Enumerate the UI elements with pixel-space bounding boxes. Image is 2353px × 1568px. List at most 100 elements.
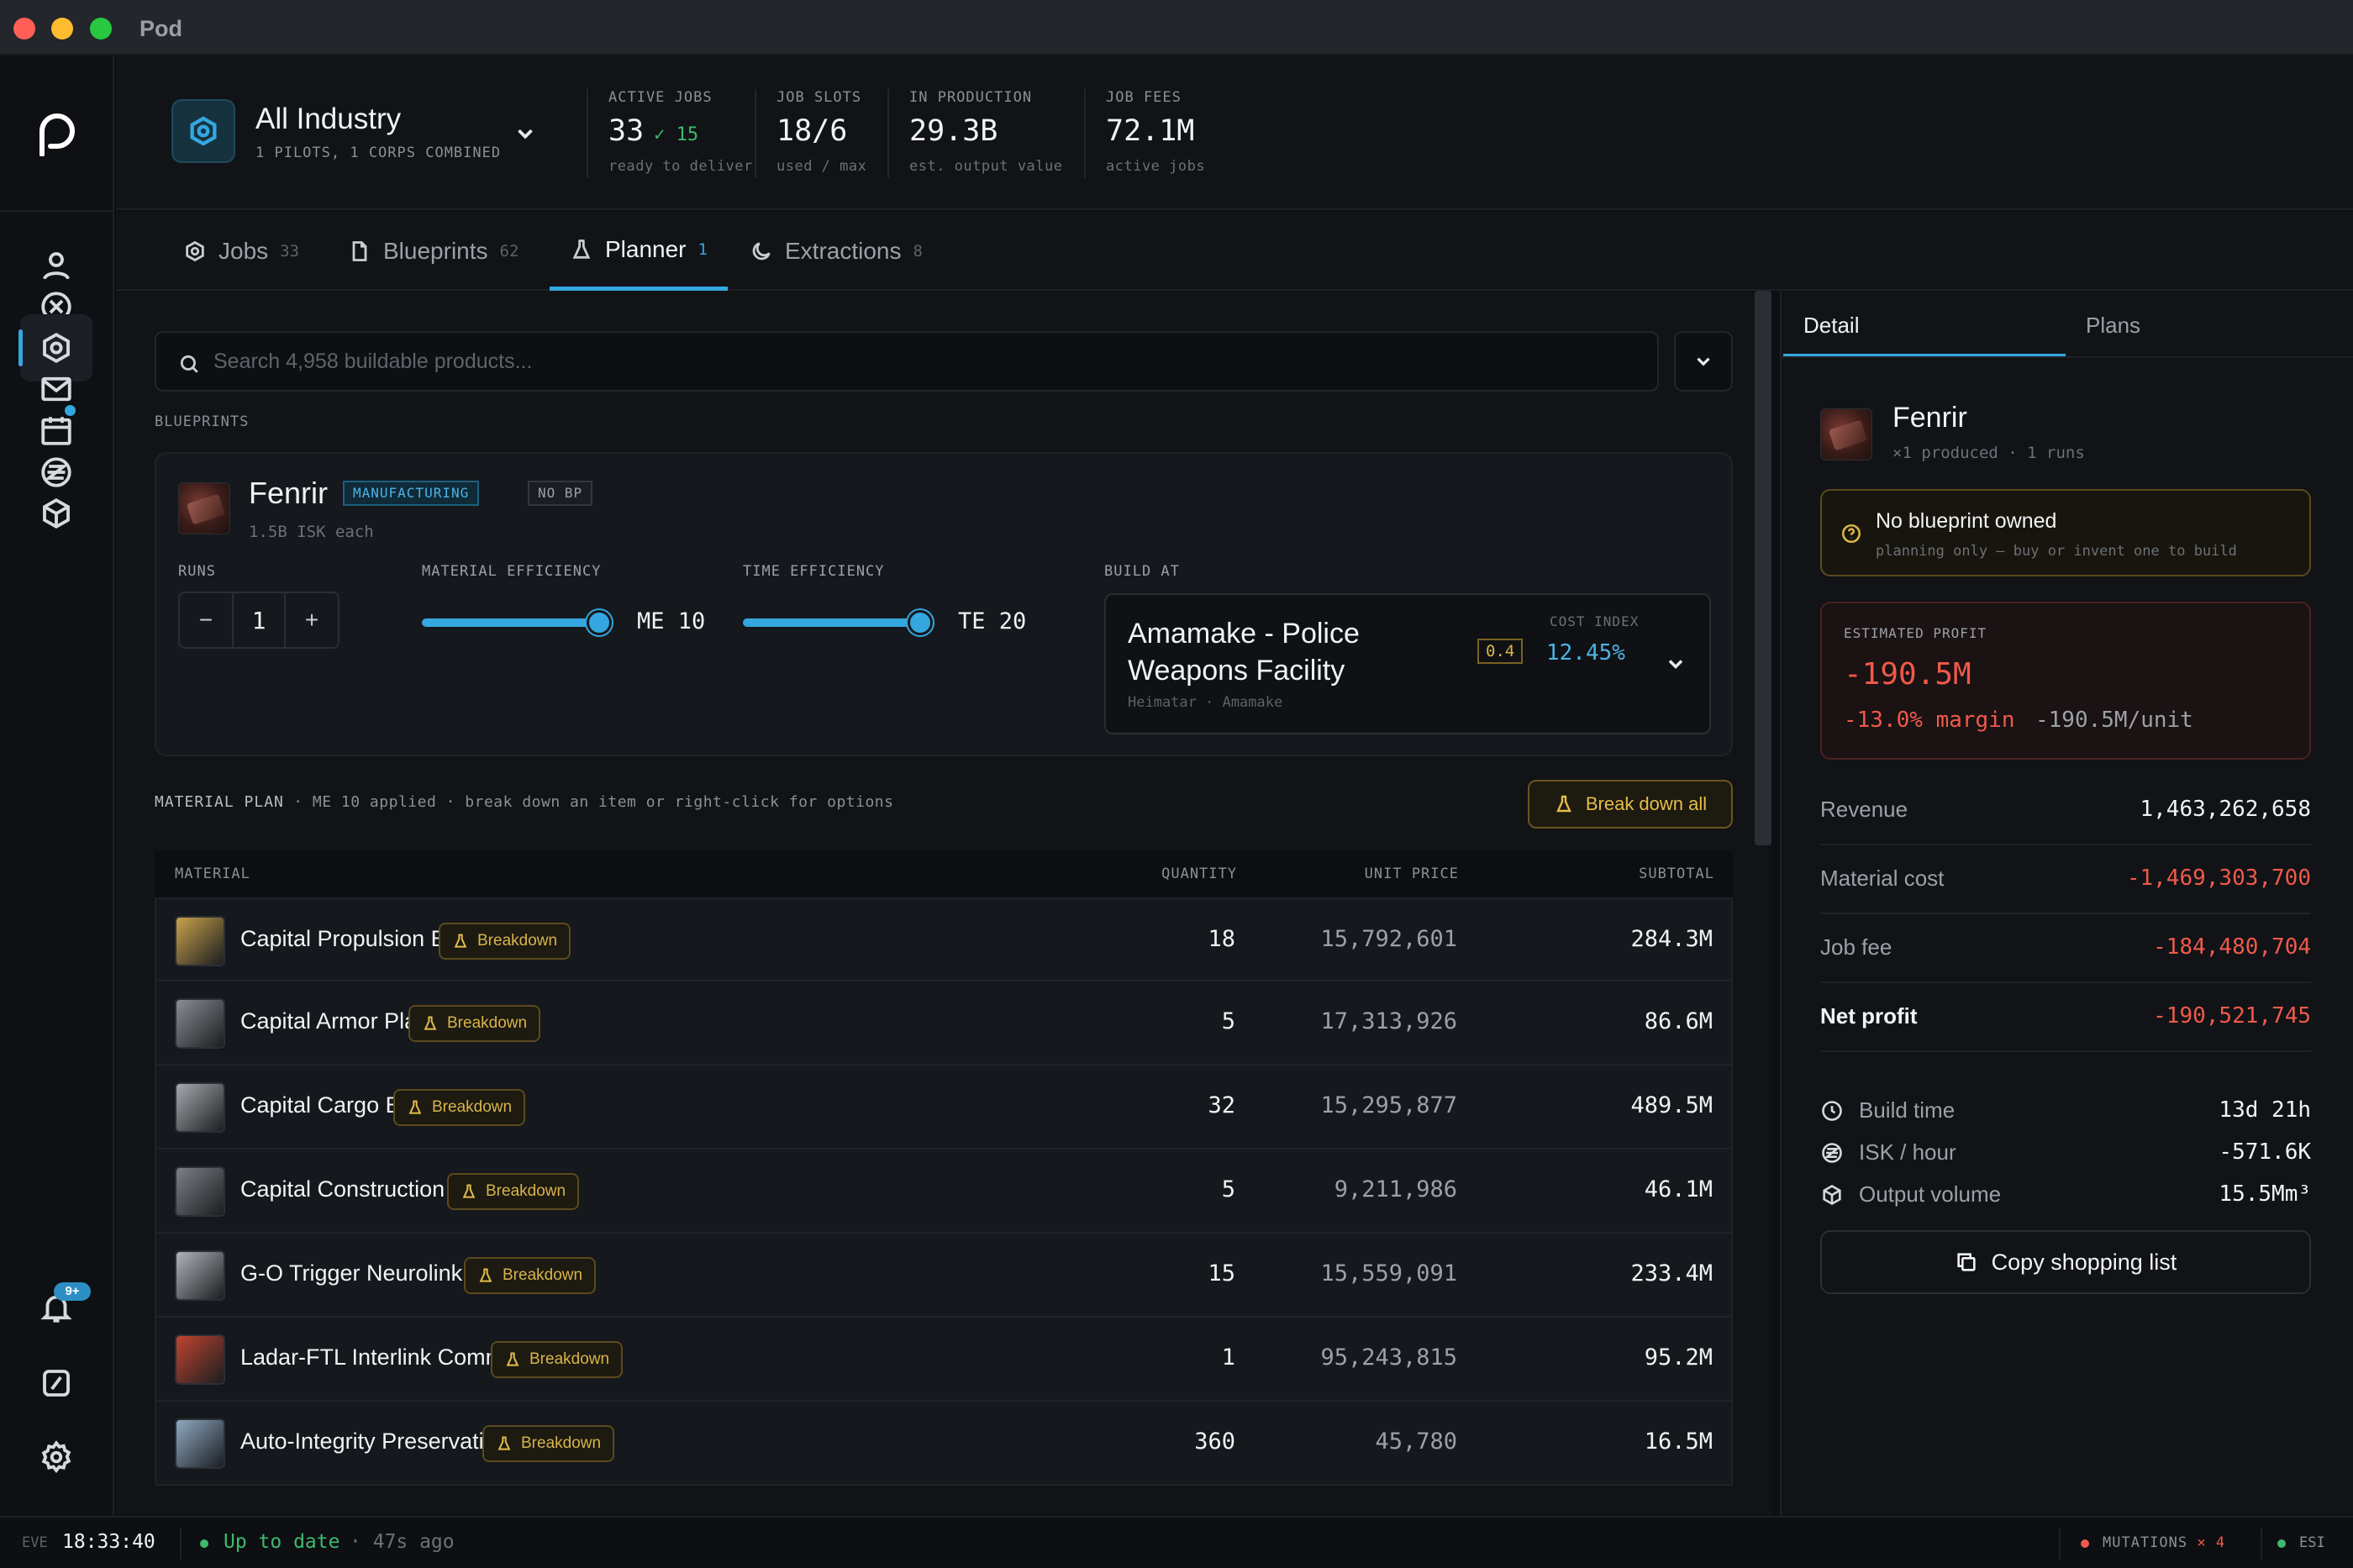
material-subtotal: 489.5M	[1630, 1092, 1713, 1118]
esi-status[interactable]: ESI	[2299, 1534, 2325, 1551]
me-value: ME 10	[637, 608, 706, 634]
settings-icon	[41, 1440, 71, 1474]
sync-status-dot	[200, 1539, 208, 1548]
gear-icon	[186, 240, 204, 262]
warning-title: No blueprint owned	[1876, 509, 2057, 533]
sidebar-rail: 9+	[0, 55, 114, 1516]
breakdown-button[interactable]: Breakdown	[464, 1257, 597, 1294]
flask-icon	[462, 1184, 476, 1198]
row-label: Revenue	[1820, 797, 1908, 822]
table-row[interactable]: Capital Construction Parts Breakdown 5 9,21…	[155, 1150, 1733, 1234]
column-unit-price[interactable]: UNIT PRICE	[1365, 866, 1459, 882]
blueprint-card: Fenrir MANUFACTURING NO BP 1.5B ISK each…	[155, 452, 1733, 756]
break-down-all-label: Break down all	[1585, 793, 1708, 814]
stat-value: 72.1M	[1106, 114, 1195, 148]
notifications-button[interactable]: 9+	[20, 1274, 92, 1341]
sync-age: · 47s ago	[350, 1531, 455, 1553]
me-slider-handle[interactable]	[587, 610, 612, 635]
breakdown-label: Breakdown	[447, 1014, 528, 1032]
close-window-button[interactable]	[13, 18, 35, 39]
runs-label: RUNS	[178, 563, 216, 580]
me-slider-track[interactable]	[422, 618, 598, 627]
tab-label: Extractions	[785, 238, 902, 264]
material-quantity: 360	[1194, 1429, 1235, 1455]
flask-icon	[479, 1268, 492, 1282]
chevron-down-icon[interactable]	[513, 121, 538, 146]
table-row[interactable]: Ladar-FTL Interlink Communicator Breakdow…	[155, 1318, 1733, 1402]
zoom-window-button[interactable]	[90, 18, 112, 39]
calendar-unread-dot	[65, 405, 76, 416]
table-row[interactable]: Capital Cargo Bay Breakdown 32 15,295,877 48…	[155, 1066, 1733, 1150]
workspace-name[interactable]: All Industry	[255, 103, 401, 136]
tab-detail[interactable]: Detail	[1783, 291, 2066, 358]
breakdown-button[interactable]: Breakdown	[491, 1341, 624, 1378]
stat-label: ACTIVE JOBS	[608, 89, 713, 106]
minimize-window-button[interactable]	[51, 18, 73, 39]
mutations-count: × 4	[2197, 1534, 2226, 1551]
material-icon	[175, 1334, 225, 1385]
scrollbar-thumb[interactable]	[1755, 291, 1771, 845]
sidebar-item-assets[interactable]	[20, 480, 92, 547]
help-circle-icon	[1841, 524, 1861, 544]
revenue-row: Revenue 1,463,262,658	[1820, 776, 2311, 845]
flask-icon	[497, 1436, 511, 1450]
material-unit-price: 15,295,877	[1320, 1092, 1457, 1118]
mutations-indicator[interactable]: MUTATIONS × 4	[2103, 1534, 2225, 1551]
tab-planner[interactable]: Planner 1	[550, 212, 728, 291]
row-value: -190,521,745	[2153, 1003, 2311, 1029]
increment-button[interactable]: +	[286, 593, 338, 647]
detail-ship-name: Fenrir	[1892, 402, 1967, 434]
activity-tag: MANUFACTURING	[343, 481, 480, 506]
warning-subtitle: planning only — buy or invent one to bui…	[1876, 543, 2237, 560]
sidebar-item-skills[interactable]	[20, 1350, 92, 1417]
material-icon	[175, 1250, 225, 1301]
flask-icon	[1556, 795, 1571, 813]
breakdown-button[interactable]: Breakdown	[408, 1005, 541, 1042]
search-options-button[interactable]	[1674, 331, 1733, 392]
copy-label: Copy shopping list	[1991, 1249, 2177, 1275]
table-row[interactable]: Capital Armor Plates Breakdown 5 17,313,926…	[155, 981, 1733, 1066]
facility-select[interactable]: Amamake - Police Weapons Facility Heimat…	[1104, 593, 1711, 734]
sync-status[interactable]: Up to date	[224, 1531, 340, 1553]
rail-divider	[0, 210, 114, 212]
table-row[interactable]: G-O Trigger Neurolink Conduit Breakdown 15…	[155, 1234, 1733, 1318]
stat-value: 18/6	[776, 114, 848, 148]
build-time-metric: Build time 13d 21h	[1820, 1094, 2311, 1136]
security-status-badge: 0.4	[1477, 639, 1524, 664]
stat-subtitle: ready to deliver	[608, 158, 753, 175]
breakdown-button[interactable]: Breakdown	[482, 1425, 615, 1462]
moon-icon	[752, 242, 771, 260]
tab-extractions[interactable]: Extractions 8	[729, 212, 943, 291]
copy-shopping-list-button[interactable]: Copy shopping list	[1820, 1230, 2311, 1294]
column-material[interactable]: MATERIAL	[175, 866, 250, 882]
material-subtotal: 46.1M	[1644, 1176, 1713, 1202]
break-down-all-button[interactable]: Break down all	[1528, 780, 1733, 829]
column-quantity[interactable]: QUANTITY	[1161, 866, 1237, 882]
column-subtotal[interactable]: SUBTOTAL	[1639, 866, 1714, 882]
blueprint-name: Fenrir	[249, 476, 329, 510]
tab-label: Blueprints	[383, 238, 488, 264]
tab-blueprints[interactable]: Blueprints 62	[328, 212, 539, 291]
settings-button[interactable]	[20, 1423, 92, 1491]
tab-jobs[interactable]: Jobs 33	[163, 212, 319, 291]
material-unit-price: 17,313,926	[1320, 1008, 1457, 1034]
job-fee-row: Job fee -184,480,704	[1820, 914, 2311, 983]
table-row[interactable]: Capital Propulsion Engine Breakdown 18 15,7…	[155, 897, 1733, 981]
output-volume-metric: Output volume 15.5Mm³	[1820, 1178, 2311, 1220]
workspace-icon	[171, 99, 235, 163]
runs-value[interactable]: 1	[232, 593, 286, 647]
breakdown-button[interactable]: Breakdown	[393, 1089, 526, 1126]
table-row[interactable]: Auto-Integrity Preservation Seal Breakdow…	[155, 1402, 1733, 1486]
search-input[interactable]	[213, 343, 1642, 380]
breakdown-button[interactable]: Breakdown	[447, 1173, 580, 1210]
material-icon	[175, 1166, 225, 1217]
tab-plans[interactable]: Plans	[2066, 291, 2161, 358]
stat-subtitle: est. output value	[909, 158, 1063, 175]
app-logo-icon[interactable]	[32, 106, 79, 156]
decrement-button[interactable]: −	[180, 593, 232, 647]
ship-thumbnail	[178, 482, 230, 534]
breakdown-button[interactable]: Breakdown	[439, 923, 571, 960]
te-slider-track[interactable]	[743, 618, 919, 627]
te-slider-handle[interactable]	[908, 610, 933, 635]
isk-hour-metric: ISK / hour -571.6K	[1820, 1136, 2311, 1178]
